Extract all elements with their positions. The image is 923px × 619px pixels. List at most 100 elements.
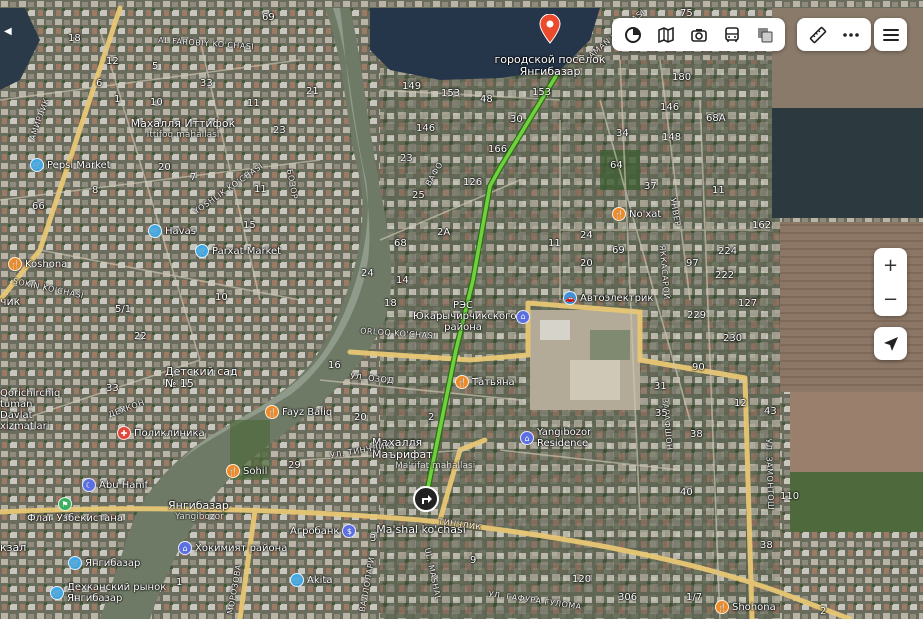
poi-shohona[interactable]: 🍴 Shohona [715,600,776,614]
house-number: 66 [32,201,45,212]
shop-icon: 🛒 [290,573,304,587]
house-number: 29 [288,460,301,471]
shop-icon: 🛒 [50,586,64,600]
poi-fayz-baliq[interactable]: 🍴 Fayz Baliq [265,405,332,419]
destination-pin-icon[interactable] [538,13,562,44]
house-number: 23 [400,153,413,164]
house-number: 2 [820,606,827,617]
place-davlat-xizmatlari: Qorichirchiq tuman Davlat xizmatlari [0,388,61,432]
more-icon[interactable] [834,18,867,51]
house-number: 2А [437,227,451,238]
poi-yangibazar-shop[interactable]: 🛒 Янгибазар [68,556,140,570]
house-number: 24 [580,230,593,241]
house-number: 34 [616,128,629,139]
place-kzal: кзал [0,541,27,554]
place-yangibazar-ru: Янгибазар [168,499,229,512]
poi-flag-label: Флаг Узбекистана [27,513,123,524]
place-kindergarten: Детский сад № 15 [165,365,238,391]
house-number: 153 [441,88,461,99]
collapse-arrow-icon[interactable]: ◀ [4,26,12,37]
house-number: 38 [690,429,703,440]
house-number: 146 [416,123,436,134]
house-number: 9 [470,555,477,566]
poi-noxat[interactable]: 🍴 No'xat [612,207,661,221]
poi-autoelectric[interactable]: 🚗 Автоэлектрик [563,291,653,305]
house-number: 10 [150,97,163,108]
hospital-icon: ✚ [117,426,131,440]
house-number: 166 [488,144,508,155]
house-number: 43 [764,406,777,417]
house-number: 35 [655,408,668,419]
house-number: 120 [572,574,592,585]
house-number: 11 [254,184,267,195]
house-number: 8 [92,185,99,196]
house-number: 149 [402,81,422,92]
poi-flag[interactable]: ⚑ [58,497,72,511]
house-number: 20 [580,258,593,269]
poi-tatyana[interactable]: 🍴 Татьяна [455,375,515,389]
tools-toolbar [797,18,871,51]
map-book-icon[interactable] [649,18,682,51]
house-number: 110 [780,491,800,502]
traffic-icon[interactable] [616,18,649,51]
poi-akita[interactable]: 🛒 Akita [290,573,332,587]
house-number: 222 [715,270,735,281]
house-number: 23 [273,125,286,136]
poi-parxat-market[interactable]: 🛒 Parxat Market [195,244,281,258]
locate-arrow-icon[interactable] [874,327,907,360]
poi-dekhkan-market[interactable]: 🛒 Дехканский рынок Янгибазар [50,582,177,604]
house-number: 38 [760,540,773,551]
ruler-icon[interactable] [801,18,834,51]
house-number: 126 [463,177,483,188]
house-number: 24 [361,268,374,279]
poi-agrobank[interactable]: Агробанк $ [290,524,357,538]
poi-polyclinic[interactable]: ✚ Поликлиника [117,426,205,440]
map-canvas[interactable]: городской посёлок Янгибазар Ma'shal ko'c… [0,0,923,619]
zoom-control: + − [874,248,907,316]
poi-sohil[interactable]: 🍴 Sohil [226,464,267,478]
house-number: 230 [723,333,743,344]
poi-res[interactable]: РЭС Юкарычирчикского района ⌂ [413,300,530,333]
poi-yangibozor-residence[interactable]: ⌂ Yangibozor Residence [520,427,603,449]
house-number: 306 [618,592,638,603]
house-number: 68А [706,113,726,124]
house-number: 31 [654,381,667,392]
house-number: 90 [692,362,705,373]
street-zamontosh: УЛ. ЗАМОНТОШ [763,438,776,511]
layers-icon[interactable] [748,18,781,51]
poi-abu-hanif[interactable]: ☾ Abu Hanif [82,478,148,492]
layers-toolbar [612,18,785,51]
house-number: 153 [532,87,552,98]
house-number: 10 [215,292,228,303]
house-number: 229 [687,310,707,321]
food-icon: 🍴 [455,375,469,389]
place-ittifoq-uz: Ittifoq mahallasi [146,130,220,140]
poi-koshona[interactable]: 🍴 Koshona [8,257,67,271]
food-icon: 🍴 [715,600,729,614]
zoom-out-button[interactable]: − [874,282,907,316]
poi-pepsi-market[interactable]: 🛒 Pepsi Market [30,158,111,172]
house-number: 1 [114,94,121,105]
poi-havas[interactable]: 🛒 Havas [148,224,196,238]
house-number: 15 [243,220,256,231]
zoom-in-button[interactable]: + [874,248,907,282]
house-number: 69 [262,12,275,23]
place-ittifoq-ru: Махалля Иттифок [130,117,236,130]
house-number: 7 [190,172,197,183]
camera-icon[interactable] [682,18,715,51]
turn-arrow-icon[interactable] [413,486,439,512]
mosque-icon: ☾ [82,478,96,492]
house-number: 22 [134,331,147,342]
bus-icon[interactable] [715,18,748,51]
house-number: 21 [306,86,319,97]
hamburger-menu-icon[interactable] [874,18,907,51]
flag-icon: ⚑ [58,497,72,511]
building-icon: ⌂ [520,431,534,445]
house-number: 14 [396,275,409,286]
place-marifat-uz: Ma'rifat mahallasi [395,461,476,471]
house-number: 12 [734,398,747,409]
poi-hokimiyat[interactable]: ⌂ Хокимият района [178,541,287,555]
house-number: 25 [412,190,425,201]
house-number: 18 [384,298,397,309]
house-number: 97 [686,258,699,269]
